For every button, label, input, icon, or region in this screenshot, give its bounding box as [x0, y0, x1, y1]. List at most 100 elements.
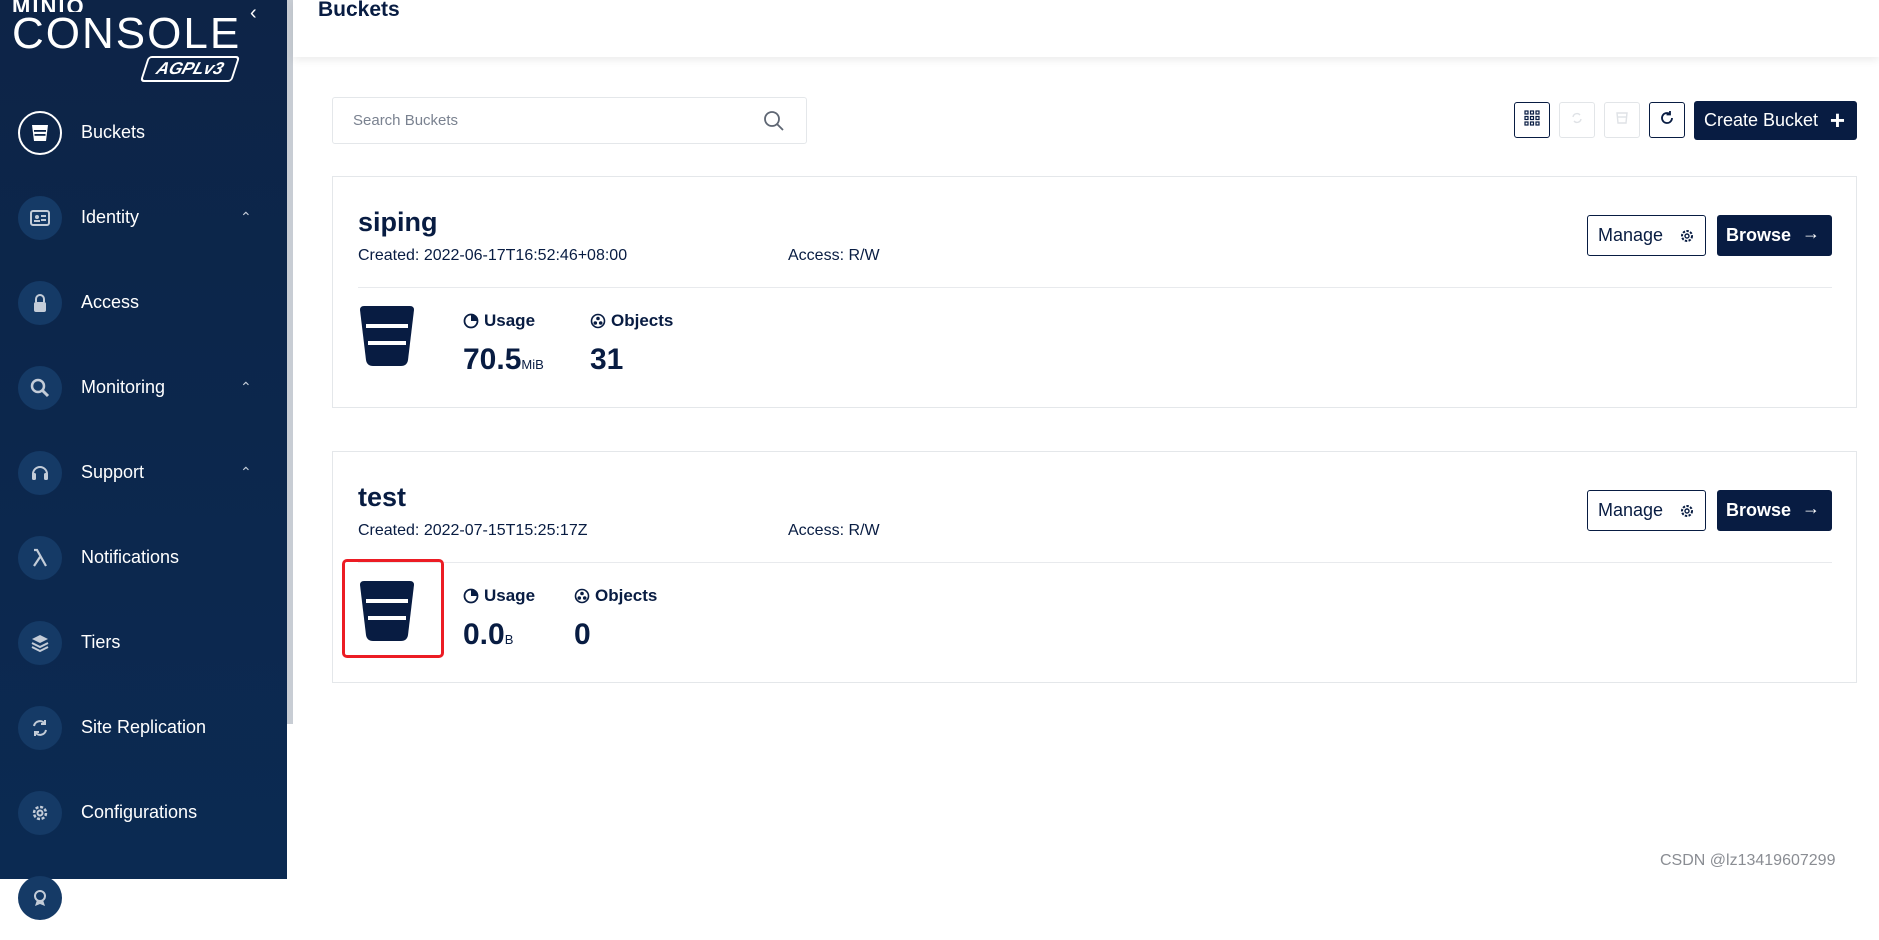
bucket-created-date: Created: 2022-07-15T15:25:17Z [358, 522, 588, 539]
create-bucket-label: Create Bucket [1704, 110, 1819, 130]
sidebar-item-identity[interactable]: Identity ⌃ [0, 175, 287, 260]
sidebar: MINIO CONSOLE AGPLv3 ‹ Buckets Identity … [0, 0, 287, 920]
manage-label: Manage [1598, 500, 1664, 520]
bucket-card[interactable]: siping Created: 2022-06-17T16:52:46+08:0… [332, 176, 1857, 408]
sidebar-scrollbar[interactable] [287, 0, 293, 724]
bucket-icon [18, 110, 62, 155]
bucket-created-date: Created: 2022-06-17T16:52:46+08:00 [358, 247, 628, 264]
logo: MINIO CONSOLE AGPLv3 [12, 0, 242, 82]
magnifier-icon [18, 365, 62, 410]
collapse-sidebar-button[interactable]: ‹ [250, 2, 257, 25]
grid-icon [1524, 109, 1540, 131]
sidebar-item-monitoring[interactable]: Monitoring ⌃ [0, 345, 287, 430]
pie-chart-icon [463, 313, 479, 329]
set-lifecycle-button[interactable] [1604, 102, 1640, 138]
id-card-icon [18, 195, 62, 240]
sidebar-item-configurations[interactable]: Configurations [0, 770, 287, 855]
usage-label: Usage [484, 586, 536, 605]
bucket-access: Access: R/W [788, 247, 880, 264]
sidebar-item-label: License [81, 887, 144, 907]
search-box [332, 97, 807, 144]
usage-stat: Usage 0.0B [463, 586, 535, 652]
usage-unit: B [504, 632, 514, 647]
objects-stat: Objects 0 [574, 586, 657, 652]
sidebar-item-label: Tiers [81, 632, 121, 652]
sidebar-item-tiers[interactable]: Tiers [0, 600, 287, 685]
gear-icon [1679, 228, 1695, 249]
objects-value: 0 [574, 618, 591, 651]
browse-label: Browse [1726, 500, 1792, 520]
arrow-right-icon: → [1802, 498, 1820, 518]
set-replication-button[interactable] [1559, 102, 1595, 138]
manage-button[interactable]: Manage [1587, 490, 1706, 531]
page-title: Buckets [318, 0, 400, 21]
sidebar-item-label: Notifications [81, 547, 180, 567]
arrow-right-icon: → [1802, 223, 1820, 243]
highlight-annotation [342, 559, 444, 658]
chevron-up-icon: ⌃ [240, 379, 252, 395]
grid-view-button[interactable] [1514, 102, 1550, 138]
divider [358, 287, 1832, 288]
bucket-access: Access: R/W [788, 522, 880, 539]
search-input[interactable] [333, 98, 733, 143]
lock-icon [18, 280, 62, 325]
bucket-name[interactable]: siping [358, 207, 438, 238]
refresh-button[interactable] [1649, 102, 1685, 138]
usage-stat: Usage 70.5MiB [463, 311, 544, 377]
top-bar: Buckets [293, 0, 1879, 57]
bucket-icon [358, 306, 416, 371]
sidebar-item-license[interactable]: License [0, 855, 287, 940]
replication-icon [1570, 111, 1584, 130]
browse-label: Browse [1726, 225, 1792, 245]
objects-stat: Objects 31 [590, 311, 673, 377]
browse-button[interactable]: Browse → [1717, 215, 1832, 256]
watermark: CSDN @lz13419607299 [1660, 852, 1836, 869]
sidebar-item-access[interactable]: Access [0, 260, 287, 345]
bucket-stack-icon [1615, 111, 1629, 130]
sidebar-item-buckets[interactable]: Buckets [0, 90, 287, 175]
bucket-card[interactable]: test Created: 2022-07-15T15:25:17Z Acces… [332, 451, 1857, 683]
manage-button[interactable]: Manage [1587, 215, 1706, 256]
sidebar-item-label: Access [81, 292, 140, 312]
objects-value: 31 [590, 343, 624, 376]
license-icon [18, 875, 62, 920]
lambda-icon [18, 535, 62, 580]
chevron-up-icon: ⌃ [240, 209, 252, 225]
logo-main-text: CONSOLE [12, 9, 242, 58]
sidebar-item-label: Site Replication [81, 717, 207, 737]
sidebar-item-label: Monitoring [81, 377, 166, 397]
usage-unit: MiB [521, 357, 544, 372]
plus-icon: + [1829, 105, 1845, 135]
manage-label: Manage [1598, 225, 1664, 245]
sidebar-item-site-replication[interactable]: Site Replication [0, 685, 287, 770]
browse-button[interactable]: Browse → [1717, 490, 1832, 531]
sidebar-item-support[interactable]: Support ⌃ [0, 430, 287, 515]
sidebar-item-notifications[interactable]: Notifications [0, 515, 287, 600]
sidebar-nav: Buckets Identity ⌃ Access Monitoring ⌃ S… [0, 90, 287, 940]
sidebar-item-label: Identity [81, 207, 140, 227]
license-badge: AGPLv3 [139, 56, 241, 82]
pie-chart-icon [463, 588, 479, 604]
sync-icon [18, 705, 62, 750]
headset-icon [18, 450, 62, 495]
sidebar-item-label: Buckets [81, 122, 146, 142]
objects-icon [590, 313, 606, 329]
objects-label: Objects [611, 311, 674, 330]
gear-icon [1679, 503, 1695, 524]
sidebar-item-label: Configurations [81, 802, 198, 822]
create-bucket-button[interactable]: Create Bucket + [1694, 101, 1857, 140]
bucket-name[interactable]: test [358, 482, 406, 513]
objects-label: Objects [595, 586, 658, 605]
search-icon[interactable] [763, 110, 785, 137]
gear-icon [18, 790, 62, 835]
usage-label: Usage [484, 311, 536, 330]
sidebar-item-label: Support [81, 462, 145, 482]
layers-icon [18, 620, 62, 665]
sidebar-scrollbar-track [287, 724, 293, 879]
usage-value: 70.5 [463, 343, 522, 376]
refresh-icon [1659, 110, 1675, 131]
chevron-up-icon: ⌃ [240, 464, 252, 480]
usage-value: 0.0 [463, 618, 505, 651]
divider [358, 562, 1832, 563]
objects-icon [574, 588, 590, 604]
